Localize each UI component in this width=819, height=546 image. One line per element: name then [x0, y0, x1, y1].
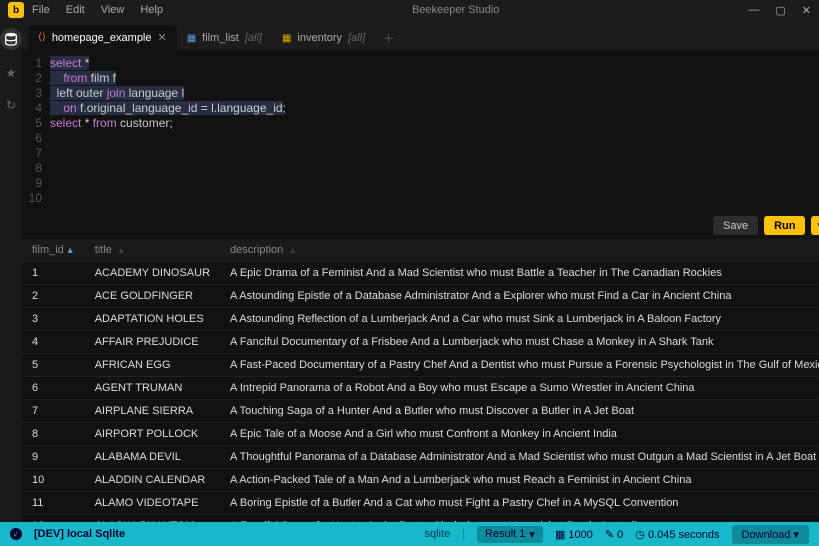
- tab-film_list[interactable]: ▦film_list[all]: [177, 26, 272, 50]
- sort-asc-icon: ▲: [66, 245, 75, 255]
- menu-edit[interactable]: Edit: [66, 4, 85, 16]
- table-row[interactable]: 8AIRPORT POLLOCKA Epic Tale of a Moose A…: [22, 423, 819, 446]
- table-row[interactable]: 2ACE GOLDFINGERA Astounding Epistle of a…: [22, 285, 819, 308]
- column-description[interactable]: description ▲: [220, 239, 819, 262]
- window-controls: — ▢ ✕: [748, 4, 811, 17]
- tab-homepage_example[interactable]: ⟨⟩homepage_example✕: [28, 25, 177, 50]
- maximize-icon[interactable]: ▢: [775, 4, 785, 17]
- table-row[interactable]: 3ADAPTATION HOLESA Astounding Reflection…: [22, 308, 819, 331]
- app-logo: b: [8, 2, 24, 18]
- timing: ◷ 0.045 seconds: [635, 528, 719, 541]
- tab-inventory[interactable]: ▦inventory[all]: [272, 26, 375, 50]
- result-chip[interactable]: Result 1 ▾: [477, 526, 543, 543]
- table-yel-icon: ▦: [282, 33, 291, 44]
- table-row[interactable]: 7AIRPLANE SIERRAA Touching Saga of a Hun…: [22, 400, 819, 423]
- line-number: 4: [22, 101, 50, 116]
- line-number: 7: [22, 146, 50, 161]
- activity-bar: ★ ↻: [0, 20, 22, 529]
- status-ok-icon: ✓: [10, 528, 22, 540]
- engine-label: sqlite: [425, 528, 451, 540]
- menu-file[interactable]: File: [32, 4, 50, 16]
- table-row[interactable]: 9ALABAMA DEVILA Thoughtful Panorama of a…: [22, 446, 819, 469]
- editor-tabs: ⟨⟩homepage_example✕▦film_list[all]▦inven…: [22, 20, 819, 50]
- window-title: Beekeeper Studio: [163, 4, 748, 16]
- table-blue-icon: ▦: [187, 33, 196, 44]
- table-row[interactable]: 11ALAMO VIDEOTAPEA Boring Epistle of a B…: [22, 492, 819, 515]
- titlebar: b File Edit View Help Beekeeper Studio — ▢ …: [0, 0, 819, 20]
- line-number: 3: [22, 86, 50, 101]
- save-button[interactable]: Save: [713, 216, 758, 235]
- changed-count: ✎ 0: [605, 528, 623, 541]
- line-number: 8: [22, 161, 50, 176]
- line-number: 1: [22, 56, 50, 71]
- content-area: ⟨⟩homepage_example✕▦film_list[all]▦inven…: [22, 20, 819, 529]
- line-number: 10: [22, 191, 50, 206]
- code-icon: ⟨⟩: [38, 32, 46, 43]
- menu-view[interactable]: View: [101, 4, 125, 16]
- table-row[interactable]: 6AGENT TRUMANA Intrepid Panorama of a Ro…: [22, 377, 819, 400]
- star-icon[interactable]: ★: [2, 64, 20, 82]
- close-tab-icon[interactable]: ✕: [158, 31, 167, 44]
- sort-icon: ▲: [288, 245, 297, 255]
- sql-editor[interactable]: 1select *2 from film f3 left outer join …: [22, 50, 819, 212]
- run-dropdown[interactable]: ▾: [811, 216, 819, 235]
- run-button[interactable]: Run: [764, 216, 805, 235]
- history-icon[interactable]: ↻: [2, 96, 20, 114]
- line-number: 2: [22, 71, 50, 86]
- connection-name: [DEV] local Sqlite: [34, 528, 125, 540]
- column-title[interactable]: title ▲: [85, 239, 220, 262]
- table-row[interactable]: 1ACADEMY DINOSAURA Epic Drama of a Femin…: [22, 262, 819, 285]
- column-film_id[interactable]: film_id▲: [22, 239, 85, 262]
- table-row[interactable]: 4AFFAIR PREJUDICEA Fanciful Documentary …: [22, 331, 819, 354]
- close-icon[interactable]: ✕: [802, 4, 811, 17]
- line-number: 9: [22, 176, 50, 191]
- new-tab-button[interactable]: ＋: [375, 26, 402, 50]
- main-menu: File Edit View Help: [32, 4, 163, 16]
- results-grid[interactable]: film_id▲title ▲description ▲ 1ACADEMY DI…: [22, 239, 819, 529]
- minimize-icon[interactable]: —: [748, 4, 759, 17]
- line-number: 6: [22, 131, 50, 146]
- menu-help[interactable]: Help: [140, 4, 163, 16]
- download-button[interactable]: Download ▾: [732, 525, 810, 544]
- table-row[interactable]: 5AFRICAN EGGA Fast-Paced Documentary of …: [22, 354, 819, 377]
- status-bar: ✓ [DEV] local Sqlite sqlite | Result 1 ▾…: [0, 522, 819, 546]
- sort-icon: ▲: [117, 245, 126, 255]
- editor-actions: Save Run ▾: [22, 212, 819, 239]
- row-count: ▦ 1000: [555, 528, 593, 541]
- database-icon[interactable]: [0, 28, 22, 50]
- line-number: 5: [22, 116, 50, 131]
- table-row[interactable]: 10ALADDIN CALENDARA Action-Packed Tale o…: [22, 469, 819, 492]
